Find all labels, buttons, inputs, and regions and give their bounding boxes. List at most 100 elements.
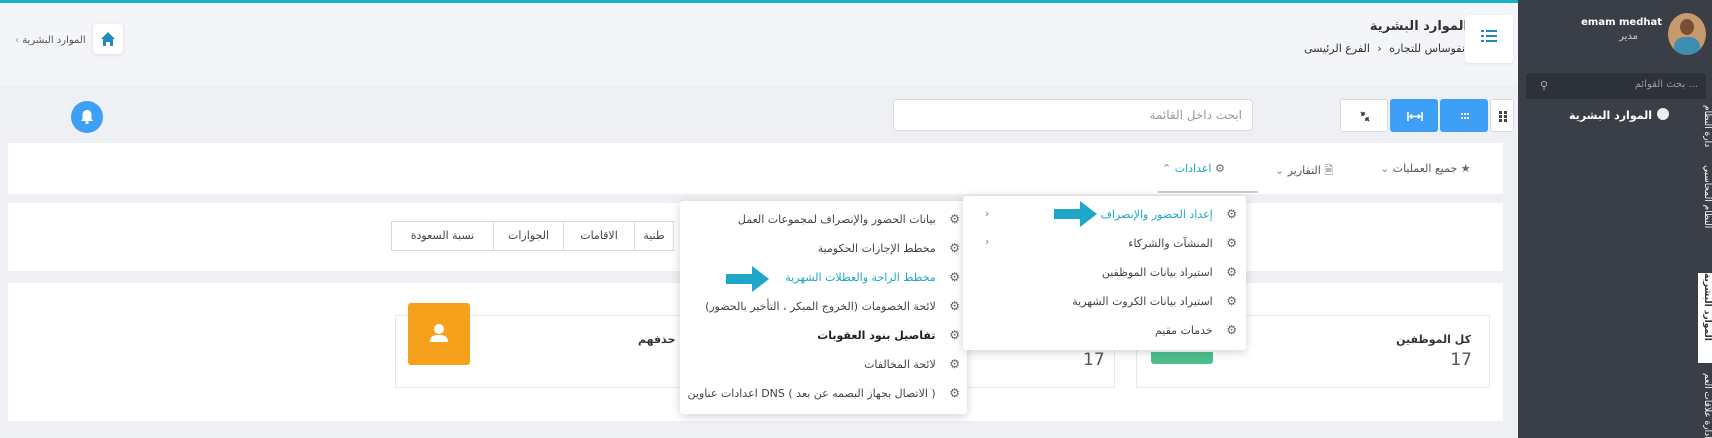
chevron-down-icon: ⌄ xyxy=(1380,162,1390,175)
submenu-item[interactable]: بيانات الحضور والإنصراف لمجموعات العمل ⚙ xyxy=(738,212,960,226)
submenu-item-label: بيانات الحضور والإنصراف لمجموعات العمل xyxy=(737,213,936,226)
gear-icon: ⚙ xyxy=(1226,236,1237,250)
home-icon xyxy=(101,32,115,46)
notification-button[interactable] xyxy=(71,101,103,133)
submenu-item[interactable]: تفاصيل بنود العقوبات ⚙ xyxy=(817,328,960,342)
chevron-down-icon: ⌄ xyxy=(1275,164,1285,177)
expand-horizontal-icon xyxy=(1407,112,1423,121)
dropdown-item-attendance-setup[interactable]: إعداد الحضور والإنصراف ⚙ xyxy=(1101,207,1237,221)
user-icon xyxy=(430,324,448,342)
subtab-passports[interactable]: الجوازات xyxy=(493,221,564,251)
grid-icon xyxy=(1461,113,1469,119)
header-breadcrumb: انفوساس للتجاره ‹ الفرع الرئيسى xyxy=(1304,42,1468,55)
avatar[interactable] xyxy=(1668,13,1706,55)
subtab-residencies[interactable]: الاقامات xyxy=(563,221,635,251)
home-button[interactable] xyxy=(93,24,123,54)
tab-settings-label: اعدادات xyxy=(1174,162,1212,175)
submenu-item[interactable]: اعدادات عناوين DNS ( الاتصال بجهاز البصم… xyxy=(687,386,960,400)
gear-icon: ⚙ xyxy=(949,386,960,400)
submenu-item-active[interactable]: مخطط الراحة والعطلات الشهرية ⚙ xyxy=(785,270,960,284)
list-icon xyxy=(1481,29,1497,43)
tab-reports-label: التقارير xyxy=(1287,164,1321,177)
settings-dropdown-items: إعداد الحضور والإنصراف ⚙ › المنشآت والشر… xyxy=(975,196,1237,350)
sidebar-search-placeholder: بحث القوائم ... xyxy=(1634,79,1698,90)
home-breadcrumb: الموارد البشرية › xyxy=(15,35,86,46)
vtab-system-admin[interactable]: دارة النظام xyxy=(1698,105,1712,155)
submenu-item-label: لائحة المخالفات xyxy=(864,358,936,371)
all-employees-value: 17 xyxy=(1450,350,1472,370)
dropdown-item-label: إعداد الحضور والإنصراف xyxy=(1100,208,1213,221)
submenu-item-label: مخطط الإجازات الحكومية xyxy=(817,242,936,255)
tab-all-operations[interactable]: ⌄ جميع العمليات ★ xyxy=(1380,162,1471,175)
fit-width-button[interactable] xyxy=(1390,99,1438,132)
gear-icon: ⚙ xyxy=(949,241,960,255)
collapse-button[interactable] xyxy=(1340,99,1388,132)
list-search-placeholder: ابحث داخل القائمة xyxy=(1149,108,1242,122)
vtab-accounting[interactable]: النظام المحاسبي xyxy=(1698,165,1712,265)
orange-card-icon xyxy=(408,303,470,365)
arrow-annotation-icon xyxy=(726,266,769,292)
subtab-national[interactable]: طنية xyxy=(634,221,674,251)
submenu-item-label: تفاصيل بنود العقوبات xyxy=(817,329,936,342)
gear-icon: ⚙ xyxy=(949,328,960,342)
dropdown-item-label: المنشآت والشركاء xyxy=(1128,237,1213,250)
dropdown-item-label: خدمات مقيم xyxy=(1154,324,1213,337)
chevron-right-icon: › xyxy=(15,35,19,46)
dropdown-item-import-employees[interactable]: استيراد بيانات الموظفين ⚙ xyxy=(1102,265,1237,279)
grid-view-button[interactable] xyxy=(1440,99,1488,132)
submenu-item[interactable]: مخطط الإجازات الحكومية ⚙ xyxy=(818,241,960,255)
dropdown-item-facilities[interactable]: المنشآت والشركاء ⚙ xyxy=(1128,236,1237,250)
submenu-item-label: مخطط الراحة والعطلات الشهرية xyxy=(785,271,936,284)
list-search-input[interactable]: ابحث داخل القائمة xyxy=(893,99,1253,131)
gear-icon: ⚙ xyxy=(1226,323,1237,337)
branch-crumb[interactable]: الفرع الرئيسى xyxy=(1304,42,1370,55)
dropdown-item-import-cards[interactable]: استيراد بيانات الكروت الشهرية ⚙ xyxy=(1072,294,1237,308)
submenu-item[interactable]: لائحة المخالفات ⚙ xyxy=(864,357,960,371)
dots-grid-icon xyxy=(1499,111,1507,122)
tab-all-operations-label: جميع العمليات xyxy=(1392,162,1458,175)
submenu-item[interactable]: لائحة الخصومات (الخروج المبكر ، التأخير … xyxy=(705,299,960,313)
chevron-up-icon: ⌃ xyxy=(1162,162,1172,175)
tab-settings[interactable]: ⌃ اعدادات ⚙ xyxy=(1162,162,1225,175)
dropdown-item-label: استيراد بيانات الموظفين xyxy=(1101,266,1213,279)
gear-icon: ⚙ xyxy=(949,357,960,371)
chevron-right-icon: › xyxy=(985,235,990,248)
arrow-annotation-icon xyxy=(1054,201,1097,227)
submenu-items: بيانات الحضور والإنصراف لمجموعات العمل ⚙… xyxy=(687,201,960,414)
tiles-view-button[interactable] xyxy=(1490,99,1514,132)
submenu-item-label: لائحة الخصومات (الخروج المبكر ، التأخير … xyxy=(705,300,936,313)
settings-tab-underline xyxy=(1158,191,1258,193)
gear-icon: ⚙ xyxy=(1226,265,1237,279)
star-icon: ★ xyxy=(1460,162,1471,175)
info-icon xyxy=(1657,108,1669,120)
compress-icon xyxy=(1360,111,1370,122)
gear-icon: ⚙ xyxy=(1214,162,1225,175)
vtab-crm[interactable]: ادارة علاقات العم xyxy=(1698,373,1712,438)
sidebar-search-input[interactable]: بحث القوائم ... xyxy=(1526,73,1706,99)
middle-card-value: 17 xyxy=(1083,350,1105,370)
tab-reports[interactable]: ⌄ التقارير 🗎 xyxy=(1275,162,1333,181)
green-card-icon xyxy=(1151,352,1213,364)
user-name: emam medhat xyxy=(1581,17,1662,28)
vertical-module-tabs: دارة النظام النظام المحاسبي الموارد البش… xyxy=(1698,105,1712,438)
sidebar-item-hr[interactable]: الموارد البشرية xyxy=(1569,109,1652,122)
vtab-hr[interactable]: الموارد البشرية xyxy=(1698,273,1712,363)
company-crumb[interactable]: انفوساس للتجاره xyxy=(1389,42,1468,55)
chevron-left-icon: ‹ xyxy=(1377,42,1382,55)
subtab-saudization[interactable]: نسبة السعودة xyxy=(391,221,494,251)
gear-icon: ⚙ xyxy=(949,270,960,284)
home-crumb-label[interactable]: الموارد البشرية xyxy=(22,35,85,46)
page-header xyxy=(0,3,1518,85)
submenu-item-label: اعدادات عناوين DNS ( الاتصال بجهاز البصم… xyxy=(687,387,936,400)
document-icon: 🗎 xyxy=(1324,164,1334,177)
gear-icon: ⚙ xyxy=(949,212,960,226)
chevron-right-icon: › xyxy=(985,207,990,220)
gear-icon: ⚙ xyxy=(949,299,960,313)
bell-icon xyxy=(81,110,93,125)
user-role: مدير xyxy=(1619,31,1638,42)
dropdown-item-label: استيراد بيانات الكروت الشهرية xyxy=(1072,295,1213,308)
all-employees-title: كل الموظفين xyxy=(1396,333,1471,346)
dropdown-item-muqeem[interactable]: خدمات مقيم ⚙ xyxy=(1155,323,1237,337)
sidebar xyxy=(1518,0,1712,438)
search-icon: ⚲ xyxy=(1540,79,1549,92)
